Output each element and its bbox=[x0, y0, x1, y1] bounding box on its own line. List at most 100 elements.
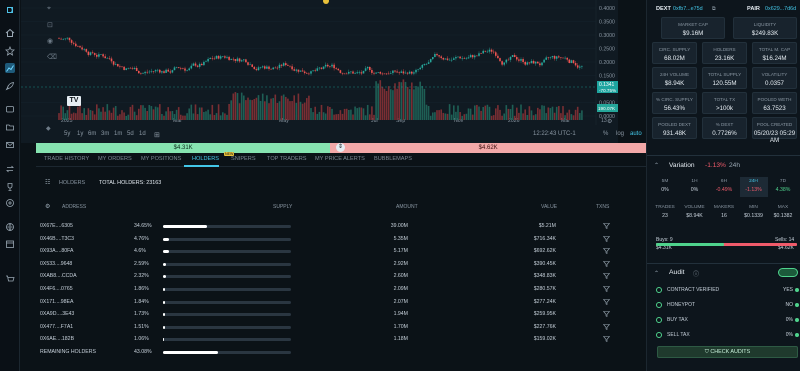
filter-funnel-icon[interactable] bbox=[603, 235, 610, 242]
timeframe-5y[interactable]: 5y bbox=[64, 131, 70, 137]
variation-col[interactable]: 1H 0% bbox=[681, 177, 709, 197]
chevron-up-icon[interactable]: ⌃ bbox=[654, 270, 659, 277]
check-audits-button[interactable]: ⛉ CHECK AUDITS bbox=[657, 346, 798, 358]
swap-icon[interactable] bbox=[5, 164, 15, 174]
timeframe-1m[interactable]: 1m bbox=[114, 131, 122, 137]
variation-col[interactable]: 6H -0.49% bbox=[710, 177, 738, 197]
filter-funnel-icon[interactable] bbox=[603, 323, 610, 330]
tab-my-price-alerts[interactable]: MY PRICE ALERTS bbox=[315, 156, 365, 162]
percent-toggle[interactable]: % bbox=[603, 131, 608, 137]
table-row[interactable]: 0X46B....T3C3 4.76% 5.35M $716.34K bbox=[36, 233, 646, 246]
filter-funnel-icon[interactable] bbox=[603, 248, 610, 255]
info-icon[interactable]: ⓘ bbox=[693, 269, 699, 278]
settings-gear-icon[interactable]: ⚙ bbox=[45, 203, 50, 210]
table-row[interactable]: 0X67E....6305 34.65% 39.00M $5.21M bbox=[36, 220, 646, 233]
rocket-icon[interactable] bbox=[5, 81, 15, 91]
table-row[interactable]: 0X6AE....182B 1.06% 1.18M $159.02K bbox=[36, 333, 646, 346]
volume-bar bbox=[152, 109, 155, 120]
table-row[interactable]: 0XA9D....3E43 1.73% 1.94M $259.95K bbox=[36, 308, 646, 321]
holder-address[interactable]: 0X533....9648 bbox=[40, 261, 72, 267]
holder-address[interactable]: 0X477....F7A1 bbox=[40, 324, 73, 330]
holder-address[interactable]: 0X4F6....0765 bbox=[40, 286, 73, 292]
holder-address[interactable]: 0XAB8....CCDA bbox=[40, 273, 77, 279]
variation-col[interactable]: 24H -1.13% bbox=[739, 177, 768, 197]
table-row[interactable]: 0X171....98EA 1.84% 2.07M $277.24K bbox=[36, 296, 646, 309]
variation-col[interactable]: 7D 4.38% bbox=[769, 177, 797, 197]
logo-icon[interactable] bbox=[5, 5, 15, 15]
wallet-icon[interactable] bbox=[5, 104, 15, 114]
filter-funnel-icon[interactable] bbox=[603, 286, 610, 292]
timeframe-3m[interactable]: 3m bbox=[101, 131, 109, 137]
folder-icon[interactable] bbox=[5, 122, 15, 132]
tab-snipers[interactable]: SNIPERS bbox=[231, 156, 256, 162]
holder-address[interactable]: 0X171....98EA bbox=[40, 299, 73, 305]
holder-percent: 2.32% bbox=[134, 273, 149, 280]
col-txns[interactable]: TXNS bbox=[596, 204, 609, 210]
table-row[interactable]: REMAINING HOLDERS 43.08% bbox=[36, 346, 646, 359]
star-icon[interactable] bbox=[5, 46, 15, 56]
calendar-icon[interactable] bbox=[5, 239, 15, 249]
calendar-range-icon[interactable]: ⊞ bbox=[154, 131, 160, 139]
volume-bar bbox=[261, 93, 264, 120]
volume-bar bbox=[196, 114, 199, 120]
col-supply[interactable]: SUPPLY bbox=[273, 204, 292, 210]
tab-trade-history[interactable]: TRADE HISTORY bbox=[44, 156, 89, 162]
table-row[interactable]: 0X533....9648 2.59% 2.92M $390.45K bbox=[36, 258, 646, 271]
filter-funnel-icon[interactable] bbox=[603, 311, 610, 318]
magnet-icon[interactable]: ⌖ bbox=[47, 5, 57, 17]
holder-address[interactable]: 0X93A....80FA bbox=[40, 248, 73, 254]
variation-col[interactable]: 5M 0% bbox=[651, 177, 679, 197]
holder-address[interactable]: 0X6AE....182B bbox=[40, 336, 74, 342]
globe-icon[interactable] bbox=[5, 222, 15, 232]
eye-icon[interactable]: ◉ bbox=[47, 37, 57, 49]
trash-icon[interactable]: ⌫ bbox=[47, 53, 57, 65]
chart-icon[interactable] bbox=[5, 63, 15, 73]
tab-top-traders[interactable]: TOP TRADERS bbox=[267, 156, 306, 162]
candle-body bbox=[201, 63, 203, 66]
candle-body bbox=[444, 58, 447, 60]
resize-handle-icon[interactable]: ⇕ bbox=[336, 143, 345, 152]
chevron-up-icon[interactable]: ⌃ bbox=[654, 162, 659, 169]
price-chart[interactable]: 0.40000.35000.30000.25000.20000.15000.10… bbox=[21, 0, 618, 143]
volume-bar bbox=[522, 113, 524, 120]
log-toggle[interactable]: log bbox=[616, 131, 624, 137]
col-amount[interactable]: AMOUNT bbox=[396, 204, 418, 210]
droplet-icon[interactable]: ◆ bbox=[46, 125, 51, 132]
tab-my-orders[interactable]: MY ORDERS bbox=[98, 156, 132, 162]
holder-address[interactable]: 0XA9D....3E43 bbox=[40, 311, 74, 317]
auto-toggle[interactable]: auto bbox=[630, 131, 642, 137]
home-icon[interactable] bbox=[5, 28, 15, 38]
filter-funnel-icon[interactable] bbox=[603, 298, 610, 305]
timeframe-1y[interactable]: 1y bbox=[77, 131, 83, 137]
table-row[interactable]: 0X477....F7A1 1.51% 1.70M $227.76K bbox=[36, 321, 646, 334]
timeframe-1d[interactable]: 1d bbox=[139, 131, 146, 137]
pair-address[interactable]: 0x629...7d6d bbox=[765, 6, 796, 12]
timeframe-5d[interactable]: 5d bbox=[127, 131, 134, 137]
mail-icon[interactable] bbox=[5, 140, 15, 150]
timeframe-6m[interactable]: 6m bbox=[88, 131, 96, 137]
volume-bar bbox=[234, 92, 237, 120]
filter-funnel-icon[interactable] bbox=[603, 336, 610, 343]
trophy-icon[interactable] bbox=[5, 182, 15, 192]
cart-icon[interactable] bbox=[5, 274, 15, 284]
col-address[interactable]: ADDRESS bbox=[62, 204, 86, 210]
tab-bubblemaps[interactable]: BUBBLEMAPS bbox=[374, 156, 412, 162]
col-value[interactable]: VALUE bbox=[541, 204, 557, 210]
filter-funnel-icon[interactable] bbox=[603, 273, 610, 280]
table-row[interactable]: 0XAB8....CCDA 2.32% 2.60M $348.83K bbox=[36, 270, 646, 283]
dext-address[interactable]: 0xfb7...e75d bbox=[673, 6, 703, 12]
audit-label: SELL TAX bbox=[667, 332, 690, 338]
holder-address[interactable]: 0X67E....6305 bbox=[40, 223, 73, 229]
filter-funnel-icon[interactable] bbox=[603, 260, 610, 267]
holder-address[interactable]: 0X46B....T3C3 bbox=[40, 236, 74, 242]
lock-icon[interactable]: ⊡ bbox=[47, 21, 57, 33]
filter-funnel-icon[interactable] bbox=[603, 223, 610, 229]
tab-holders[interactable]: HOLDERS bbox=[192, 156, 219, 162]
table-row[interactable]: 0X4F6....0765 1.86% 2.09M $280.57K bbox=[36, 283, 646, 296]
tab-my-positions[interactable]: MY POSITIONS bbox=[141, 156, 181, 162]
audit-toggle[interactable] bbox=[778, 268, 798, 277]
gift-icon[interactable] bbox=[5, 198, 15, 208]
copy-icon[interactable]: ⧉ bbox=[712, 6, 716, 12]
holder-address[interactable]: REMAINING HOLDERS bbox=[40, 349, 96, 355]
table-row[interactable]: 0X93A....80FA 4.6% 5.17M $692.62K bbox=[36, 245, 646, 258]
